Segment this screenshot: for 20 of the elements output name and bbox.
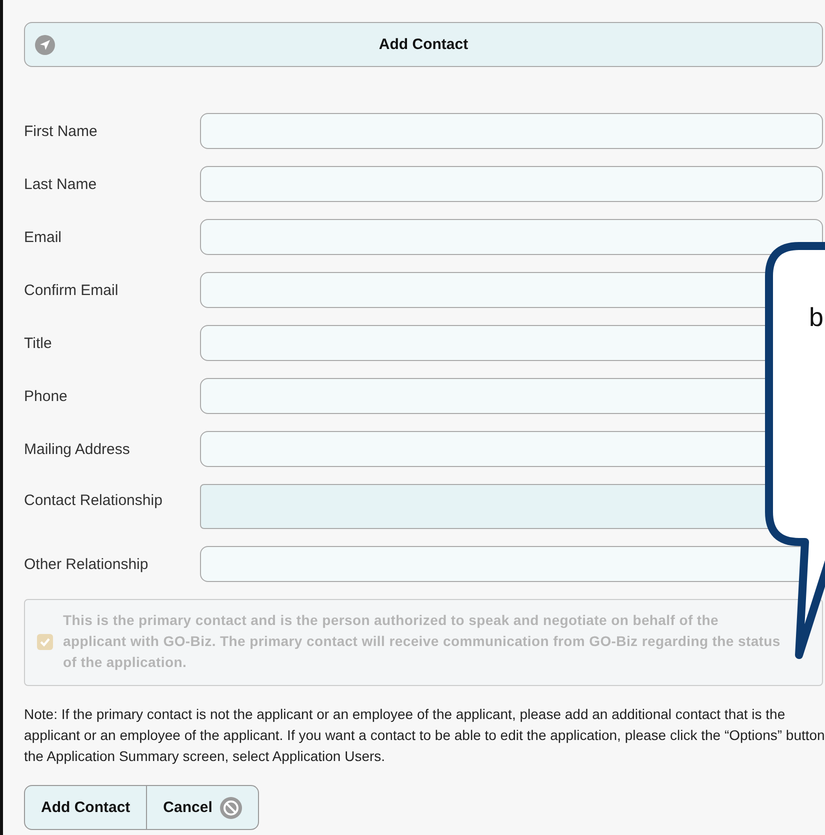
field-label: Other Relationship xyxy=(24,556,150,572)
field-label: Confirm Email xyxy=(24,282,120,298)
field-label: Email xyxy=(24,228,63,246)
field-label: First Name xyxy=(24,122,98,140)
header-title: Add Contact xyxy=(378,36,468,53)
cancel-button[interactable]: Cancel xyxy=(147,785,260,830)
input-field[interactable] xyxy=(200,166,823,202)
input-field[interactable] xyxy=(200,113,823,149)
callout-text: b xyxy=(809,304,824,330)
cancel-icon xyxy=(220,796,242,818)
field-label: Last Name xyxy=(24,176,98,192)
add-contact-button[interactable]: Add Contact xyxy=(24,785,148,830)
field-label: Phone xyxy=(24,388,68,404)
input-field[interactable] xyxy=(200,219,823,255)
primary-contact-text: This is the primary contact and is the person authorized to speak and negotiate on behalf of the applicant with GO-Biz. The primary contact will receive communication from GO-Biz regarding the status of the application. xyxy=(63,611,782,672)
note-text: Note: If the primary contact is not the applicant or an employee of the applicant, please add an additional contact that is the applicant or an employee of the applicant. If you want a contact to be able to edit the application, please click the “Options” button the Application Summary screen, select Application Users. xyxy=(24,705,825,766)
field-label: Mailing Address xyxy=(24,440,131,458)
checkmark-icon xyxy=(39,636,51,648)
field-label: Title xyxy=(24,334,53,352)
field-label: Contact Relationship xyxy=(24,492,164,509)
